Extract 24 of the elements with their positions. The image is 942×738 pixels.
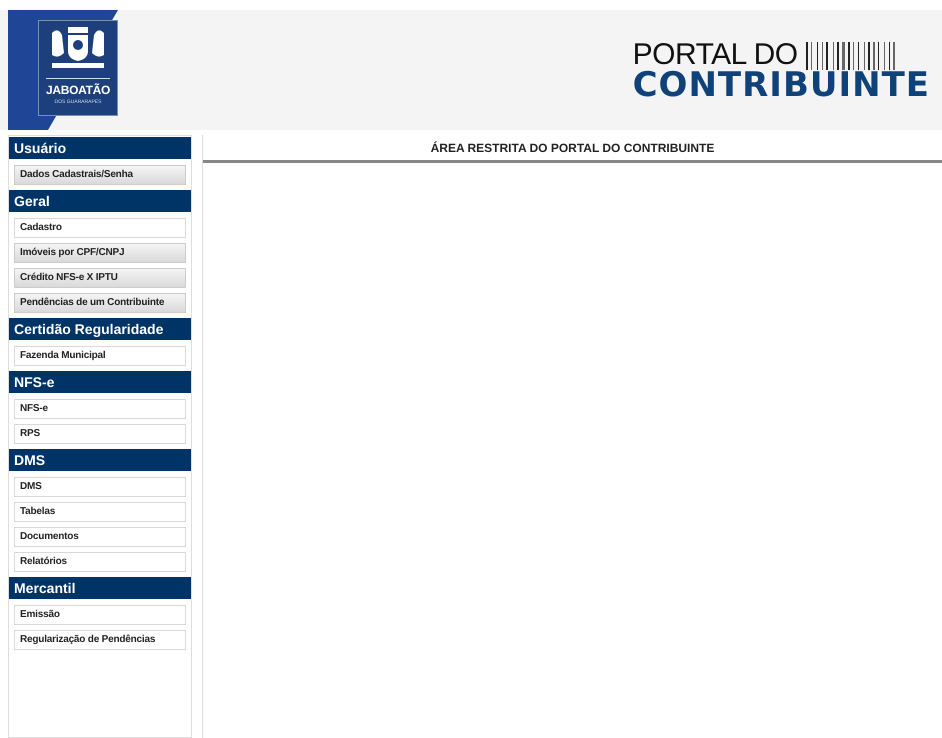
menu-button[interactable]: Fazenda Municipal: [14, 346, 186, 366]
section-heading: DMS: [9, 449, 191, 471]
section-heading: Usuário: [9, 137, 191, 159]
menu-button[interactable]: Tabelas: [14, 502, 186, 522]
section-heading: NFS-e: [9, 371, 191, 393]
menu-button[interactable]: Emissão: [14, 605, 186, 625]
menu-button[interactable]: Crédito NFS-e X IPTU: [14, 268, 186, 288]
menu-button[interactable]: RPS: [14, 424, 186, 444]
portal-title: CONTRIBUINTE: [632, 70, 930, 100]
menu-button[interactable]: NFS-e: [14, 399, 186, 419]
menu-button[interactable]: DMS: [14, 477, 186, 497]
menu-button[interactable]: Dados Cadastrais/Senha: [14, 165, 186, 185]
page-title: ÁREA RESTRITA DO PORTAL DO CONTRIBUINTE: [203, 135, 942, 163]
section-heading: Mercantil: [9, 577, 191, 599]
logo-text: JABOATÃO: [46, 84, 110, 96]
menu-button[interactable]: Relatórios: [14, 552, 186, 572]
menu-button[interactable]: Documentos: [14, 527, 186, 547]
menu-button[interactable]: Regularização de Pendências: [14, 630, 186, 650]
portal-title: PORTAL DO: [632, 40, 798, 70]
menu-button[interactable]: Imóveis por CPF/CNPJ: [14, 243, 186, 263]
menu-button[interactable]: Cadastro: [14, 218, 186, 238]
section-heading: Certidão Regularidade: [9, 318, 191, 340]
menu-button[interactable]: Pendências de um Contribuinte: [14, 293, 186, 313]
section-heading: Geral: [9, 190, 191, 212]
